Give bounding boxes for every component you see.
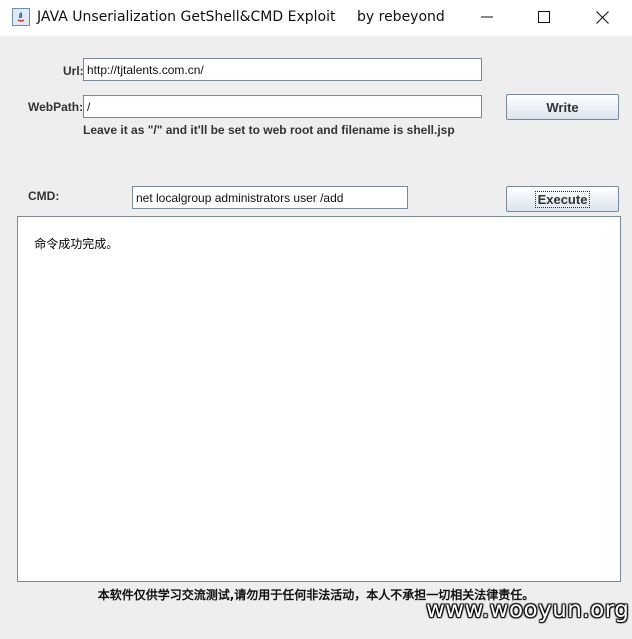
maximize-icon bbox=[538, 11, 550, 23]
app-window: JAVA Unserialization GetShell&CMD Exploi… bbox=[0, 0, 632, 639]
close-icon bbox=[595, 10, 609, 24]
url-label: Url: bbox=[63, 64, 84, 78]
write-button[interactable]: Write bbox=[506, 94, 619, 120]
url-input[interactable] bbox=[83, 58, 482, 81]
maximize-button[interactable] bbox=[515, 0, 573, 34]
watermark-text: www.wooyun.org bbox=[426, 597, 630, 623]
webpath-label: WebPath: bbox=[28, 100, 84, 114]
output-textarea[interactable]: 命令成功完成。 bbox=[17, 216, 621, 582]
minimize-button[interactable] bbox=[458, 0, 516, 34]
execute-button[interactable]: Execute bbox=[506, 186, 619, 212]
execute-button-label: Execute bbox=[534, 190, 591, 208]
window-title: JAVA Unserialization GetShell&CMD Exploi… bbox=[37, 9, 336, 25]
window-author: by rebeyond bbox=[357, 9, 445, 25]
cmd-input[interactable] bbox=[132, 186, 408, 209]
write-button-label: Write bbox=[546, 99, 579, 115]
title-bar[interactable]: JAVA Unserialization GetShell&CMD Exploi… bbox=[0, 0, 632, 36]
java-app-icon bbox=[12, 8, 30, 26]
webpath-input[interactable] bbox=[83, 95, 482, 118]
close-button[interactable] bbox=[573, 0, 631, 34]
minimize-icon bbox=[481, 16, 493, 18]
output-text: 命令成功完成。 bbox=[34, 237, 119, 251]
webpath-hint: Leave it as "/" and it'll be set to web … bbox=[83, 123, 455, 137]
cmd-label: CMD: bbox=[28, 189, 60, 203]
